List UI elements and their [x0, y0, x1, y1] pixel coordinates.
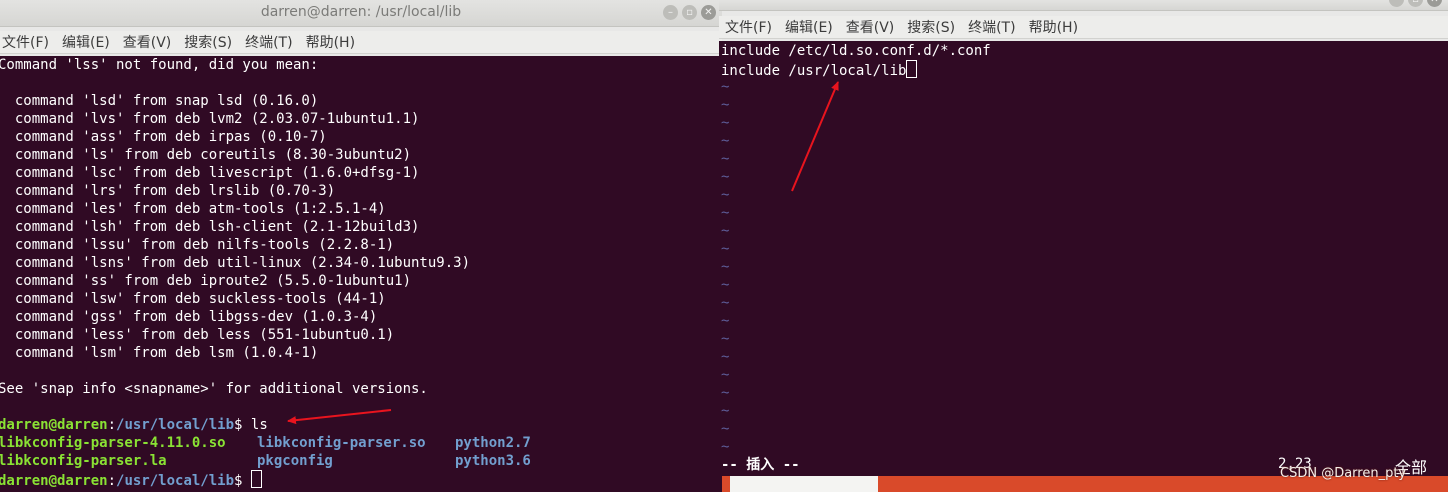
arrow-to-ls-command	[287, 409, 392, 425]
arrow-to-include-line	[791, 81, 839, 192]
annotation-arrows	[287, 81, 839, 425]
